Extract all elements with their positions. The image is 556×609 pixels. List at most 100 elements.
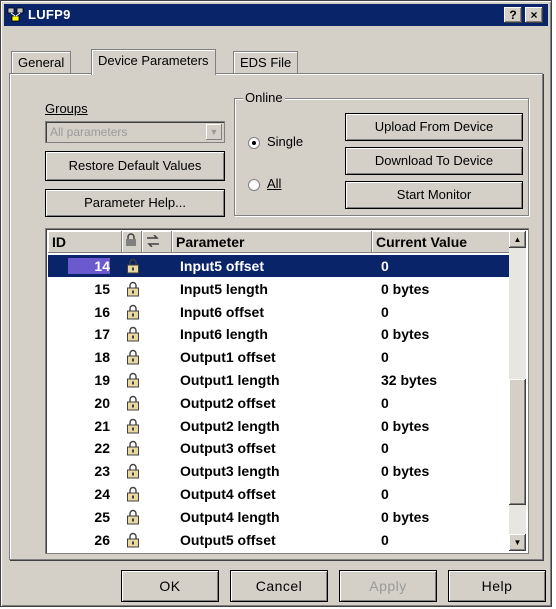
column-header-current-value[interactable]: Current Value [372, 231, 510, 253]
window-title: LUFP9 [28, 7, 71, 22]
column-header-transfer[interactable] [142, 231, 172, 253]
table-row[interactable]: 25 Output4 length 0 bytes [48, 506, 510, 528]
row-current-value: 32 bytes [381, 372, 438, 388]
row-parameter: Output3 length [180, 463, 280, 480]
parameter-list[interactable]: ID Parameter Current Value 14 Input5 offs… [45, 228, 529, 554]
row-current-value: 0 [381, 440, 389, 457]
table-row[interactable]: 21 Output2 length 0 bytes [48, 415, 510, 437]
radio-all-text: All [267, 176, 282, 191]
row-parameter: Output4 length [180, 508, 280, 525]
table-row[interactable]: 15 Input5 length 0 bytes [48, 278, 510, 300]
restore-defaults-button[interactable]: Restore Default Values [45, 151, 225, 181]
online-label: Online [243, 90, 285, 105]
row-current-value: 0 bytes [381, 508, 430, 525]
dialog-window: LUFP9 ? × General Device Parameters EDS … [0, 0, 552, 607]
table-row[interactable]: 14 Input5 offset 0 [48, 255, 510, 277]
radio-dot [252, 141, 256, 145]
lock-icon [126, 440, 140, 462]
row-id: 20 [94, 394, 110, 411]
row-id: 16 [94, 303, 110, 320]
help-button[interactable]: Help [448, 570, 546, 602]
row-parameter: Input6 offset [180, 303, 264, 320]
table-row[interactable]: 26 Output5 offset 0 [48, 529, 510, 551]
row-parameter: Output4 offset [180, 486, 276, 502]
row-current-value: 0 bytes [381, 463, 430, 480]
apply-button[interactable]: Apply [339, 570, 437, 602]
row-parameter: Input6 length [180, 326, 268, 343]
network-icon [7, 7, 25, 26]
table-row[interactable]: 19 Output1 length 32 bytes [48, 369, 510, 391]
column-header-parameter[interactable]: Parameter [172, 231, 372, 253]
row-id: 14 [94, 258, 110, 274]
groups-label-text: Groups [45, 101, 88, 116]
scroll-up-button[interactable]: ▲ [509, 231, 526, 248]
row-id: 19 [94, 372, 110, 388]
row-id: 17 [94, 326, 110, 343]
row-parameter: Output1 offset [180, 349, 276, 366]
lock-icon [126, 281, 140, 303]
row-current-value: 0 bytes [381, 326, 430, 343]
help-title-button[interactable]: ? [504, 7, 522, 23]
table-row[interactable]: 17 Input6 length 0 bytes [48, 323, 510, 345]
ok-button[interactable]: OK [121, 570, 219, 602]
table-row[interactable]: 18 Output1 offset 0 [48, 346, 510, 368]
groups-combo[interactable]: All parameters ▼ [45, 121, 225, 143]
row-current-value: 0 [381, 531, 389, 548]
transfer-icon [147, 234, 159, 248]
radio-all[interactable] [248, 179, 260, 191]
upload-from-device-button[interactable]: Upload From Device [345, 113, 523, 141]
table-row[interactable]: 16 Input6 offset 0 [48, 301, 510, 323]
groups-combo-value: All parameters [50, 125, 128, 139]
column-header-id[interactable]: ID [48, 231, 122, 253]
list-header: ID Parameter Current Value [48, 231, 510, 253]
lock-icon [126, 304, 140, 326]
groups-label: Groups [45, 101, 88, 116]
row-id: 24 [94, 486, 110, 502]
row-parameter: Output3 offset [180, 440, 276, 457]
column-header-lock[interactable] [122, 231, 142, 253]
row-current-value: 0 [381, 486, 389, 502]
tab-eds-file[interactable]: EDS File [233, 51, 299, 74]
download-to-device-button[interactable]: Download To Device [345, 147, 523, 175]
title-bar[interactable]: LUFP9 ? × [4, 4, 548, 26]
vertical-scrollbar[interactable]: ▲ ▼ [509, 231, 526, 551]
lock-icon [126, 395, 140, 417]
row-id: 25 [94, 508, 110, 525]
scroll-thumb[interactable] [509, 379, 526, 505]
row-current-value: 0 [381, 394, 389, 411]
row-id: 18 [94, 349, 110, 366]
close-title-button[interactable]: × [525, 7, 543, 23]
lock-icon [126, 233, 136, 246]
lock-icon [126, 326, 140, 348]
tab-device-parameters[interactable]: Device Parameters [91, 49, 216, 75]
tab-general[interactable]: General [11, 51, 72, 74]
lock-icon [126, 258, 140, 280]
row-parameter: Output1 length [180, 372, 280, 388]
radio-single-label[interactable]: Single [267, 134, 303, 149]
row-parameter: Output2 length [180, 417, 280, 434]
cancel-button[interactable]: Cancel [230, 570, 328, 602]
table-row[interactable]: 23 Output3 length 0 bytes [48, 460, 510, 482]
row-id: 23 [94, 463, 110, 480]
lock-icon [126, 509, 140, 531]
lock-icon [126, 372, 140, 394]
row-current-value: 0 [381, 349, 389, 366]
lock-icon [126, 532, 140, 553]
table-row[interactable]: 20 Output2 offset 0 [48, 392, 510, 414]
row-id: 21 [94, 417, 110, 434]
row-current-value: 0 [381, 303, 389, 320]
lock-icon [126, 463, 140, 485]
start-monitor-button[interactable]: Start Monitor [345, 181, 523, 209]
scroll-down-button[interactable]: ▼ [509, 534, 526, 551]
row-current-value: 0 bytes [381, 280, 430, 297]
row-id: 15 [94, 280, 110, 297]
table-row[interactable]: 22 Output3 offset 0 [48, 437, 510, 459]
lock-icon [126, 349, 140, 371]
table-row[interactable]: 24 Output4 offset 0 [48, 483, 510, 505]
row-parameter: Output2 offset [180, 394, 276, 411]
lock-icon [126, 486, 140, 508]
parameter-help-button[interactable]: Parameter Help... [45, 189, 225, 217]
radio-single[interactable] [248, 137, 260, 149]
radio-all-label[interactable]: All [267, 176, 281, 191]
chevron-down-icon[interactable]: ▼ [206, 124, 222, 140]
